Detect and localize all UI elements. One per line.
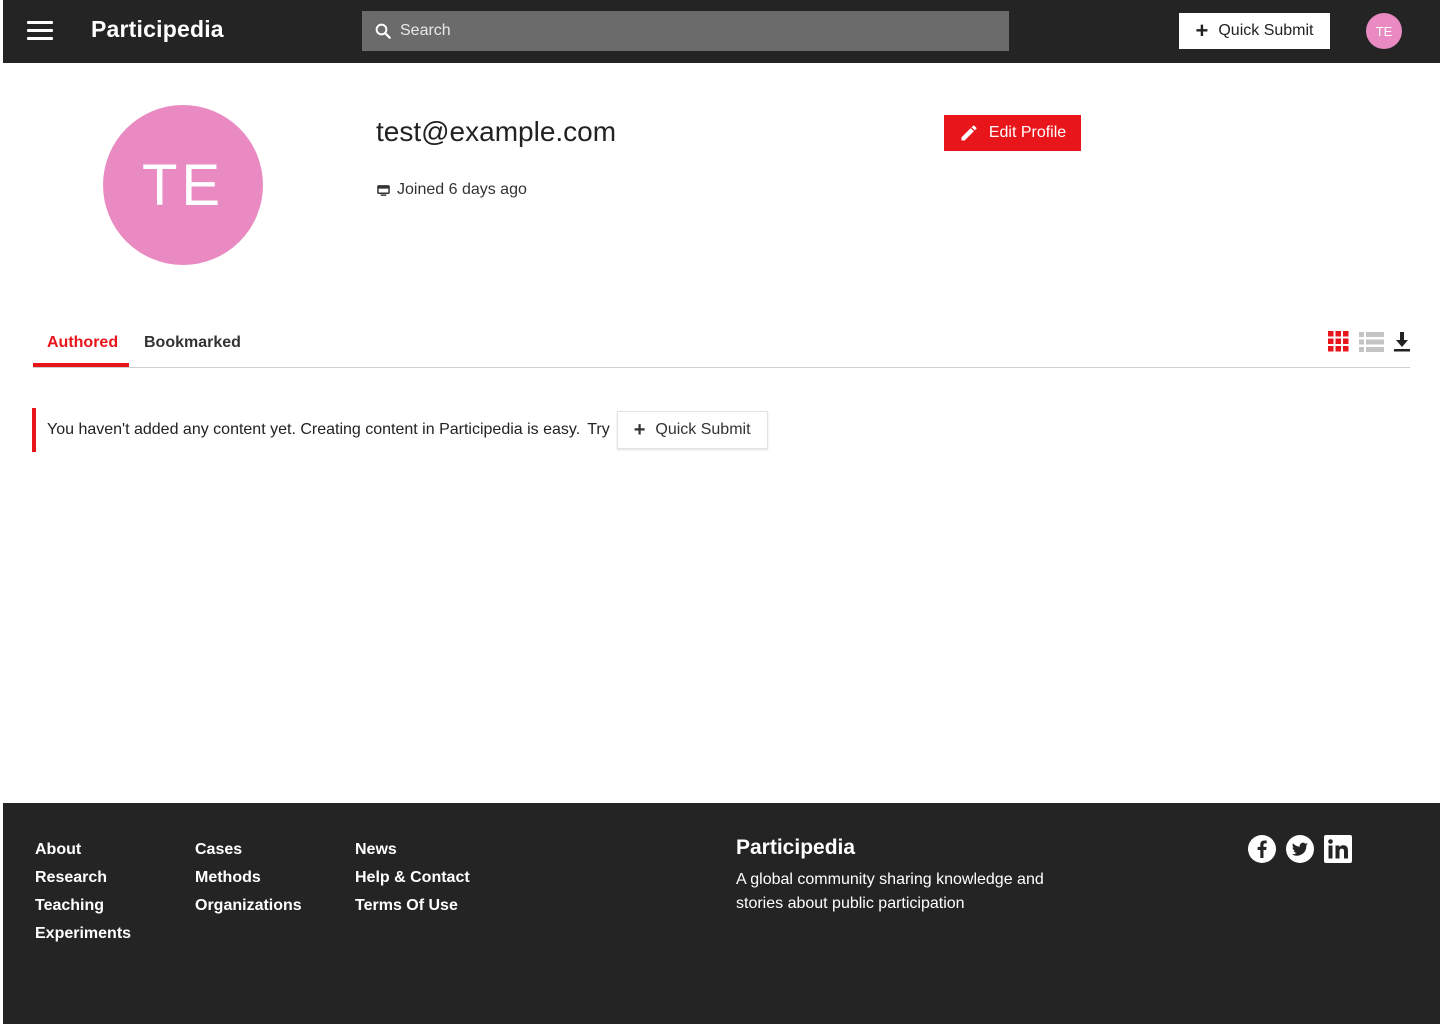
profile-name: test@example.com	[376, 116, 617, 147]
profile-avatar: TE	[103, 105, 263, 265]
search-input[interactable]	[392, 21, 1009, 41]
footer-link-news[interactable]: News	[355, 836, 470, 864]
user-avatar[interactable]: TE	[1366, 13, 1402, 49]
facebook-icon[interactable]	[1247, 834, 1277, 869]
footer-link-research[interactable]: Research	[35, 864, 131, 892]
active-tab-indicator	[33, 363, 129, 367]
quick-submit-label: Quick Submit	[1218, 22, 1314, 39]
top-navbar: Participedia + Quick Submit TE	[3, 0, 1440, 63]
footer-column-1: About Research Teaching Experiments	[35, 836, 131, 948]
footer-column-2: Cases Methods Organizations	[195, 836, 302, 920]
footer-link-methods[interactable]: Methods	[195, 864, 302, 892]
footer-link-terms[interactable]: Terms Of Use	[355, 892, 470, 920]
footer-link-help-contact[interactable]: Help & Contact	[355, 864, 470, 892]
view-controls	[1318, 331, 1410, 357]
footer-link-cases[interactable]: Cases	[195, 836, 302, 864]
tab-authored[interactable]: Authored	[47, 334, 118, 352]
menu-icon[interactable]	[27, 21, 53, 41]
footer: About Research Teaching Experiments Case…	[3, 803, 1440, 1024]
footer-link-teaching[interactable]: Teaching	[35, 892, 131, 920]
plus-icon: +	[633, 419, 646, 441]
plus-icon: +	[1195, 18, 1209, 43]
edit-profile-label: Edit Profile	[988, 124, 1067, 141]
list-view-icon[interactable]	[1359, 331, 1384, 357]
empty-state-try: Try	[587, 421, 610, 438]
edit-profile-button[interactable]: Edit Profile	[944, 115, 1081, 151]
quick-submit-button[interactable]: + Quick Submit	[1179, 13, 1330, 49]
inline-quick-submit-button[interactable]: + Quick Submit	[616, 411, 768, 449]
search-bar[interactable]	[362, 11, 1009, 51]
empty-state-message: You haven't added any content yet. Creat…	[47, 421, 581, 438]
joined-text: Joined 6 days ago	[397, 181, 527, 198]
linkedin-icon[interactable]	[1323, 834, 1353, 869]
brand-logo[interactable]: Participedia	[91, 16, 224, 43]
tab-bookmarked[interactable]: Bookmarked	[144, 334, 241, 352]
footer-tagline: A global community sharing knowledge and…	[736, 871, 1044, 912]
joined-info: Joined 6 days ago	[377, 181, 527, 199]
footer-brand-title: Participedia	[736, 836, 856, 859]
search-icon	[375, 23, 391, 39]
footer-brand: Participedia A global community sharing …	[736, 836, 1056, 916]
inline-quick-submit-label: Quick Submit	[655, 421, 751, 438]
footer-link-experiments[interactable]: Experiments	[35, 920, 131, 948]
grid-view-icon[interactable]	[1328, 331, 1349, 357]
footer-link-organizations[interactable]: Organizations	[195, 892, 302, 920]
social-links	[1247, 834, 1361, 869]
empty-state-notice: You haven't added any content yet. Creat…	[32, 408, 768, 452]
footer-column-3: News Help & Contact Terms Of Use	[355, 836, 470, 920]
twitter-icon[interactable]	[1285, 834, 1315, 869]
pencil-icon	[961, 125, 977, 141]
calendar-icon	[377, 184, 390, 196]
download-icon[interactable]	[1394, 331, 1410, 357]
footer-link-about[interactable]: About	[35, 836, 131, 864]
content-tabs: Authored Bookmarked	[33, 321, 1410, 368]
